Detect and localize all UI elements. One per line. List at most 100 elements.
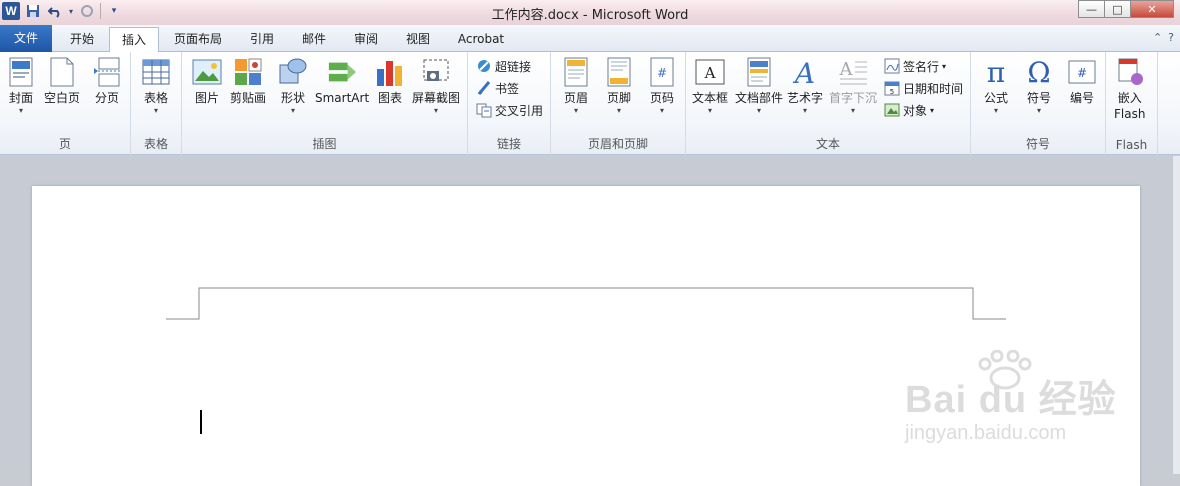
tab-mailings[interactable]: 邮件	[288, 27, 340, 52]
chevron-down-icon: ▾	[930, 105, 935, 115]
chevron-down-icon: ▾	[993, 106, 998, 115]
object-button[interactable]: 对象 ▾	[884, 100, 934, 120]
hyperlink-button[interactable]: 超链接	[476, 56, 531, 76]
chevron-down-icon: ▾	[708, 106, 713, 115]
watermark-url: jingyan.baidu.com	[905, 422, 1067, 444]
svg-text:A: A	[839, 59, 854, 80]
ribbon-insert: 封面 ▾ 空白页 分页 页 表格 ▾ 表格 图片 剪贴画 形状 ▾ SmartA…	[0, 52, 1180, 155]
equation-button[interactable]: π 公式 ▾	[981, 56, 1011, 116]
svg-text:#: #	[657, 66, 667, 80]
svg-text:A: A	[704, 64, 716, 82]
signature-line-icon	[884, 58, 900, 74]
svg-text:π: π	[987, 57, 1005, 87]
embed-flash-button[interactable]: 嵌入 Flash	[1114, 56, 1145, 122]
chevron-down-icon: ▾	[434, 106, 439, 115]
group-label-links: 链接	[496, 137, 521, 151]
group-label-tables: 表格	[143, 137, 168, 151]
signature-line-button[interactable]: 签名行 ▾	[884, 56, 946, 76]
group-label-header-footer: 页眉和页脚	[587, 137, 648, 151]
group-flash: 嵌入 Flash Flash	[1106, 52, 1158, 155]
smartart-button[interactable]: SmartArt	[315, 56, 369, 106]
date-time-button[interactable]: 5 日期和时间	[884, 78, 963, 98]
group-label-symbols: 符号	[1025, 137, 1050, 151]
svg-text:A: A	[792, 57, 815, 87]
group-header-footer: 页眉 ▾ 页脚 ▾ # 页码 ▾ 页眉和页脚	[551, 52, 686, 155]
group-illustrations: 图片 剪贴画 形状 ▾ SmartArt 图表 屏幕截图 ▾ 插图	[182, 52, 468, 155]
bookmark-icon	[476, 80, 492, 96]
picture-button[interactable]: 图片	[192, 56, 222, 106]
chevron-down-icon: ▾	[153, 106, 158, 115]
object-icon	[884, 102, 900, 118]
cover-page-icon	[6, 56, 36, 88]
blank-page-icon	[47, 56, 77, 88]
group-label-pages: 页	[58, 137, 71, 151]
close-button[interactable]: ✕	[1130, 0, 1174, 18]
chevron-down-icon: ▾	[757, 106, 762, 115]
tab-file[interactable]: 文件	[0, 25, 52, 52]
clip-art-button[interactable]: 剪贴画	[230, 56, 266, 106]
group-label-illustrations: 插图	[312, 137, 337, 151]
vertical-scrollbar[interactable]	[1172, 156, 1180, 474]
quick-parts-button[interactable]: 文档部件 ▾	[735, 56, 783, 116]
tab-review[interactable]: 审阅	[340, 27, 392, 52]
number-icon: #	[1067, 56, 1097, 88]
tab-view[interactable]: 视图	[392, 27, 444, 52]
collapse-ribbon-icon[interactable]: ⌃	[1153, 31, 1162, 44]
symbol-button[interactable]: Ω 符号 ▾	[1024, 56, 1054, 116]
calendar-icon: 5	[884, 80, 900, 96]
window-title: 工作内容.docx - Microsoft Word	[491, 8, 689, 23]
wordart-button[interactable]: A 艺术字 ▾	[787, 56, 823, 116]
svg-text:Ω: Ω	[1027, 57, 1050, 87]
tab-page-layout[interactable]: 页面布局	[163, 27, 233, 52]
svg-text:#: #	[1077, 66, 1087, 80]
chevron-down-icon: ▾	[851, 106, 856, 115]
group-label-text: 文本	[815, 137, 840, 151]
blank-page-button[interactable]: 空白页	[44, 56, 80, 106]
group-symbols: π 公式 ▾ Ω 符号 ▾ # 编号 符号	[971, 52, 1106, 155]
header-button[interactable]: 页眉 ▾	[561, 56, 591, 116]
page-break-icon	[92, 56, 122, 88]
shapes-icon	[278, 56, 308, 88]
cover-page-button[interactable]: 封面 ▾	[6, 56, 36, 116]
chevron-down-icon: ▾	[942, 61, 947, 71]
text-cursor	[200, 410, 202, 434]
shapes-button[interactable]: 形状 ▾	[278, 56, 308, 116]
text-box-icon: A	[695, 56, 725, 88]
footer-icon	[604, 56, 634, 88]
clip-art-icon	[233, 56, 263, 88]
tab-acrobat[interactable]: Acrobat	[446, 27, 516, 52]
chart-button[interactable]: 图表	[375, 56, 405, 106]
header-icon	[561, 56, 591, 88]
cross-reference-button[interactable]: 交叉引用	[476, 100, 543, 120]
cross-reference-icon	[476, 102, 492, 118]
tab-home[interactable]: 开始	[56, 27, 108, 52]
text-box-button[interactable]: A 文本框 ▾	[692, 56, 728, 116]
group-tables: 表格 ▾ 表格	[131, 52, 182, 155]
flash-icon	[1115, 56, 1145, 88]
tab-references[interactable]: 引用	[236, 27, 288, 52]
page-break-button[interactable]: 分页	[92, 56, 122, 106]
screenshot-button[interactable]: 屏幕截图 ▾	[412, 56, 460, 116]
window-controls: — □ ✕	[1078, 0, 1174, 18]
ribbon-tabs: 文件 开始 插入 页面布局 引用 邮件 审阅 视图 Acrobat ⌃ ?	[0, 25, 1180, 53]
tab-insert[interactable]: 插入	[109, 27, 159, 53]
help-icon[interactable]: ?	[1168, 31, 1174, 44]
bookmark-button[interactable]: 书签	[476, 78, 519, 98]
watermark-main-text: Bai du 经验	[905, 379, 1117, 421]
chevron-down-icon: ▾	[616, 106, 621, 115]
number-button[interactable]: # 编号	[1067, 56, 1097, 106]
minimize-button[interactable]: —	[1078, 0, 1104, 18]
hyperlink-icon	[476, 58, 492, 74]
table-button[interactable]: 表格 ▾	[141, 56, 171, 116]
maximize-button[interactable]: □	[1104, 0, 1130, 18]
svg-text:5: 5	[890, 88, 894, 96]
chevron-down-icon: ▾	[290, 106, 295, 115]
footer-button[interactable]: 页脚 ▾	[604, 56, 634, 116]
page-number-button[interactable]: # 页码 ▾	[647, 56, 677, 116]
chevron-down-icon: ▾	[573, 106, 578, 115]
chevron-down-icon: ▾	[659, 106, 664, 115]
drop-cap-button[interactable]: A 首字下沉 ▾	[829, 56, 877, 116]
group-text: A 文本框 ▾ 文档部件 ▾ A 艺术字 ▾ A 首字下沉 ▾ 签名行 ▾ 5 …	[686, 52, 971, 155]
drop-cap-icon: A	[838, 56, 868, 88]
wordart-icon: A	[790, 56, 820, 88]
